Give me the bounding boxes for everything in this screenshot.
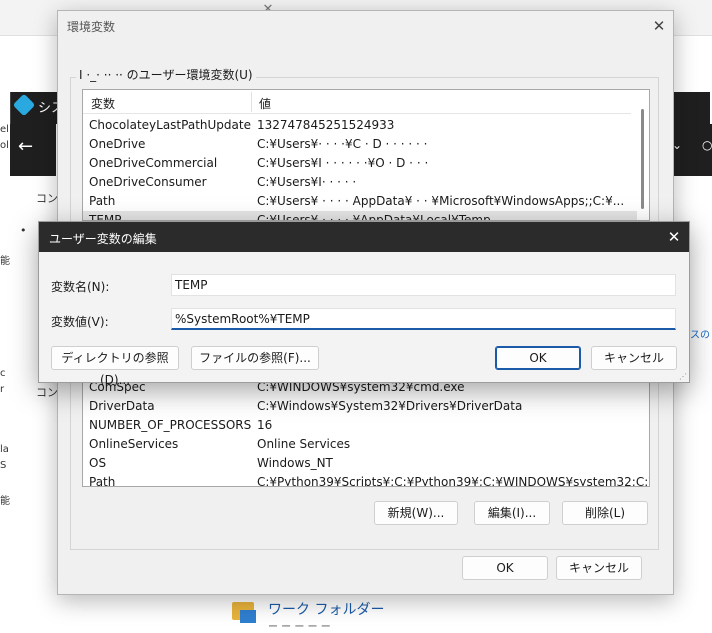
column-header-value[interactable]: 値 <box>259 95 271 112</box>
work-folder-icon-overlay <box>240 610 256 623</box>
table-row[interactable]: Path C:¥Python39¥Scripts¥;C:¥Python39¥;C… <box>83 473 649 487</box>
resize-grip-icon[interactable]: ⋰ <box>679 373 687 381</box>
delete-system-variable-button[interactable]: 削除(L) <box>562 501 648 525</box>
edge-text: 能 <box>0 256 10 267</box>
edge-text: S <box>0 460 7 471</box>
browse-directory-button[interactable]: ディレクトリの参照(D)... <box>51 346 179 387</box>
table-row[interactable]: OneDriveCommercial C:¥Users¥I · · · · · … <box>83 154 637 173</box>
edit-dialog-title: ユーザー変数の編集 <box>49 232 157 246</box>
variable-name: OneDriveCommercial <box>89 156 218 170</box>
variable-name: OnlineServices <box>89 437 179 451</box>
table-row[interactable]: OS Windows_NT <box>83 454 637 473</box>
user-variables-list[interactable]: 変数 値 ChocolateyLastPathUpdate 1327478452… <box>82 89 650 221</box>
vertical-scrollbar[interactable] <box>636 91 648 219</box>
search-icon[interactable]: ○ <box>702 138 712 152</box>
edge-text: 能 <box>0 496 10 507</box>
new-system-variable-button[interactable]: 新規(W)... <box>374 501 458 525</box>
ok-button[interactable]: OK <box>462 556 548 580</box>
table-row[interactable]: DriverData C:¥Windows¥System32¥Drivers¥D… <box>83 397 637 416</box>
column-header-name[interactable]: 変数 <box>91 95 115 112</box>
table-row-selected[interactable]: TEMP C:¥Users¥ · · · · ¥AppData¥Local¥Te… <box>83 211 637 221</box>
variable-value: Windows_NT <box>257 456 333 470</box>
variable-value: Online Services <box>257 437 351 451</box>
work-folder-sublabel: ー ー ー ー ー <box>268 622 331 633</box>
variable-value: C:¥Users¥· · · ·¥C · D · · · · · · <box>257 137 428 151</box>
variable-value-label: 変数値(V): <box>51 315 109 329</box>
edge-text: el <box>0 124 9 135</box>
close-icon[interactable]: ✕ <box>648 15 670 37</box>
variable-value: 132747845251524933 <box>257 118 395 132</box>
variable-name: OneDriveConsumer <box>89 175 207 189</box>
table-row[interactable]: NUMBER_OF_PROCESSORS 16 <box>83 416 637 435</box>
edge-text: ol <box>0 140 9 151</box>
variable-name-label: 変数名(N): <box>51 280 110 294</box>
variable-name: ChocolateyLastPathUpdate <box>89 118 251 132</box>
cancel-button[interactable]: キャンセル <box>556 556 642 580</box>
table-row[interactable]: ChocolateyLastPathUpdate 132747845251524… <box>83 116 637 135</box>
background-right-link[interactable]: スの <box>690 326 710 341</box>
variable-value: C:¥Windows¥System32¥Drivers¥DriverData <box>257 399 523 413</box>
variable-value: 16 <box>257 418 273 432</box>
variable-name-input[interactable]: TEMP <box>171 274 676 296</box>
edit-ok-button[interactable]: OK <box>495 346 581 370</box>
background-bullet: • <box>20 224 27 237</box>
user-variables-group-label: I ·_· ·· ·· のユーザー環境変数(U) <box>76 66 256 83</box>
variable-value: C:¥Users¥I · · · · · ·¥O · D · · · <box>257 156 429 170</box>
edit-system-variable-button[interactable]: 編集(I)... <box>474 501 550 525</box>
table-row[interactable]: Path C:¥Users¥ · · · · AppData¥ · · ¥Mic… <box>83 192 637 211</box>
variable-name: Path <box>89 194 116 208</box>
edge-text: la <box>0 444 9 455</box>
variable-value: C:¥Python39¥Scripts¥;C:¥Python39¥;C:¥WIN… <box>257 475 650 487</box>
back-arrow-icon[interactable]: ← <box>18 136 33 157</box>
close-icon[interactable]: ✕ <box>663 226 685 248</box>
variable-name: OneDrive <box>89 137 146 151</box>
variable-value-input[interactable]: %SystemRoot%¥TEMP <box>171 308 676 330</box>
list-header: 変数 値 <box>83 90 631 114</box>
edge-text: r <box>0 384 5 395</box>
column-separator[interactable] <box>251 92 252 112</box>
variable-name: TEMP <box>89 213 122 221</box>
variable-name: OS <box>89 456 107 470</box>
variable-value: C:¥Users¥ · · · · AppData¥ · · ¥Microsof… <box>257 194 625 208</box>
edit-user-variable-dialog: ユーザー変数の編集 ✕ 変数名(N): TEMP 変数値(V): %System… <box>38 221 690 387</box>
work-folder-label[interactable]: ワーク フォルダー <box>268 599 384 619</box>
dialog-title: 環境変数 <box>67 20 116 34</box>
table-row[interactable]: OneDrive C:¥Users¥· · · ·¥C · D · · · · … <box>83 135 637 154</box>
edit-cancel-button[interactable]: キャンセル <box>591 346 677 370</box>
background-link-control-2[interactable]: コン <box>36 384 58 400</box>
variable-name: DriverData <box>89 399 155 413</box>
table-row[interactable]: OneDriveConsumer C:¥Users¥I· · · · · <box>83 173 637 192</box>
background-link-control[interactable]: コン <box>36 190 58 206</box>
system-header-right: ⌄ ○ <box>672 124 712 176</box>
variable-name: NUMBER_OF_PROCESSORS <box>89 418 252 432</box>
table-row[interactable]: OnlineServices Online Services <box>83 435 637 454</box>
browse-file-button[interactable]: ファイルの参照(F)... <box>191 346 319 370</box>
scrollbar-thumb[interactable] <box>641 109 644 209</box>
variable-value: C:¥Users¥I· · · · · <box>257 175 357 189</box>
variable-value: C:¥Users¥ · · · · ¥AppData¥Local¥Temp <box>257 213 491 221</box>
edge-text: c <box>0 368 6 379</box>
variable-name: Path <box>89 475 116 487</box>
